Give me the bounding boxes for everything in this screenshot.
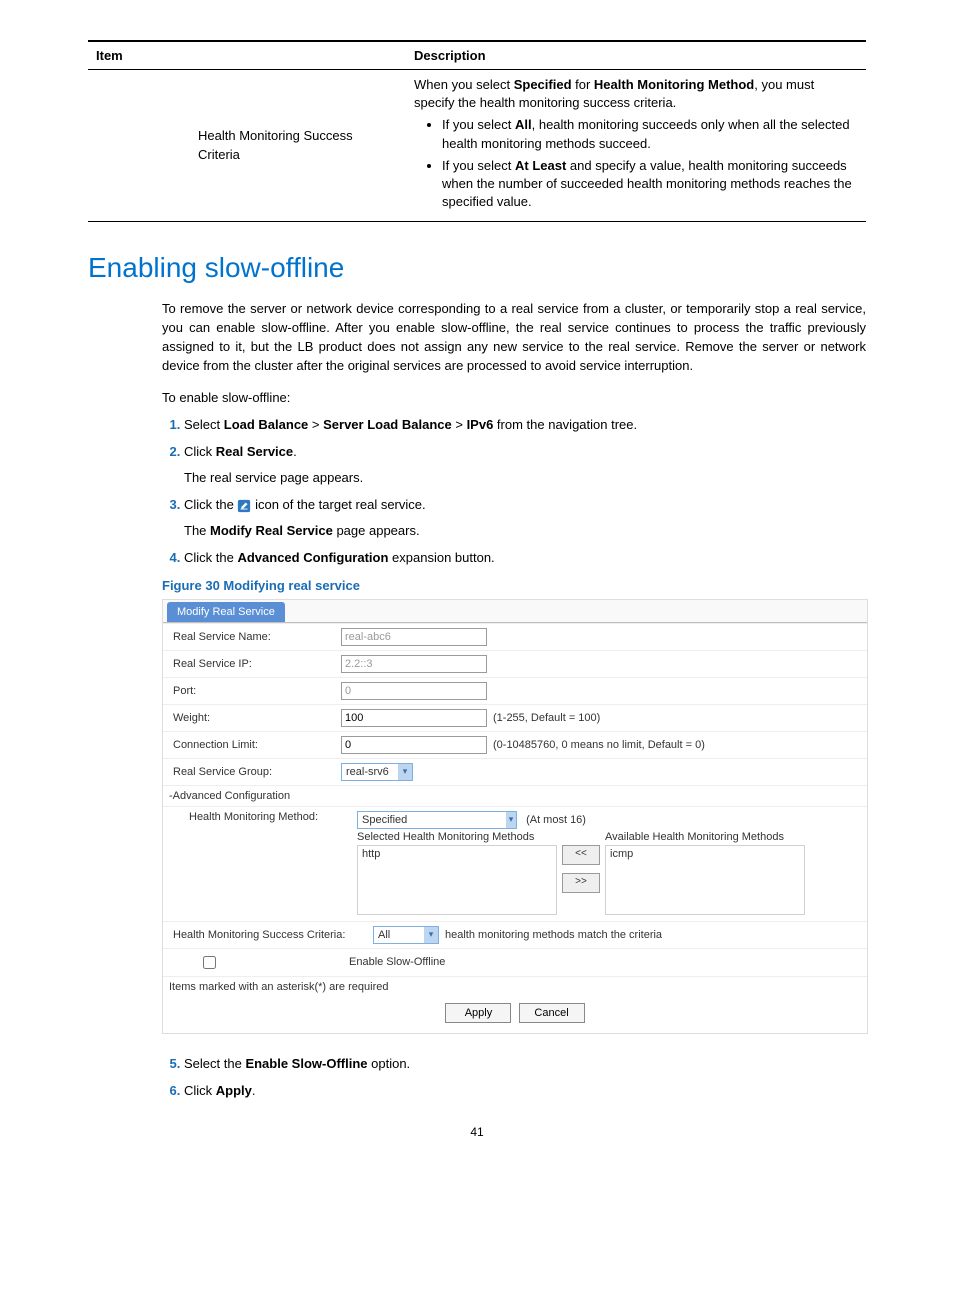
- label-real-service-ip: Real Service IP:: [169, 658, 341, 670]
- row-item-label: Health Monitoring Success Criteria: [88, 70, 406, 222]
- hint-weight: (1-255, Default = 100): [493, 712, 600, 724]
- step-4: Click the Advanced Configuration expansi…: [184, 548, 866, 568]
- move-left-button[interactable]: <<: [562, 845, 600, 865]
- col-header-description: Description: [406, 41, 866, 70]
- step-2: Click Real Service. The real service pag…: [184, 442, 866, 487]
- label-weight: Weight:: [169, 712, 341, 724]
- available-methods-title: Available Health Monitoring Methods: [605, 831, 805, 843]
- label-connection-limit: Connection Limit:: [169, 739, 341, 751]
- row-item-description: When you select Specified for Health Mon…: [406, 70, 866, 222]
- step-3: Click the icon of the target real servic…: [184, 495, 866, 540]
- label-real-service-name: Real Service Name:: [169, 631, 341, 643]
- select-health-monitoring-method[interactable]: Specified▾: [357, 811, 517, 829]
- input-real-service-ip[interactable]: [341, 655, 487, 673]
- cancel-button[interactable]: Cancel: [519, 1003, 585, 1023]
- edit-icon: [237, 499, 251, 513]
- hint-connection-limit: (0-10485760, 0 means no limit, Default =…: [493, 739, 705, 751]
- procedure-intro: To enable slow-offline:: [162, 390, 866, 405]
- apply-button[interactable]: Apply: [445, 1003, 511, 1023]
- list-item[interactable]: icmp: [610, 848, 800, 860]
- input-connection-limit[interactable]: [341, 736, 487, 754]
- step-6: Click Apply.: [184, 1081, 866, 1101]
- input-weight[interactable]: [341, 709, 487, 727]
- available-methods-list[interactable]: icmp: [605, 845, 805, 915]
- select-real-service-group[interactable]: real-srv6▾: [341, 763, 413, 781]
- chevron-down-icon: ▾: [424, 926, 439, 944]
- bullet-all: If you select All, health monitoring suc…: [442, 116, 858, 152]
- intro-paragraph: To remove the server or network device c…: [162, 300, 866, 375]
- modify-real-service-form: Modify Real Service Real Service Name: R…: [162, 599, 868, 1034]
- description-table: Item Description Health Monitoring Succe…: [88, 40, 866, 222]
- step-1: Select Load Balance > Server Load Balanc…: [184, 415, 866, 435]
- hint-success-criteria: health monitoring methods match the crit…: [445, 929, 662, 941]
- col-header-item: Item: [88, 41, 406, 70]
- select-success-criteria[interactable]: All▾: [373, 926, 439, 944]
- label-real-service-group: Real Service Group:: [169, 766, 341, 778]
- hint-hmm: (At most 16): [526, 814, 586, 826]
- input-port[interactable]: [341, 682, 487, 700]
- input-real-service-name[interactable]: [341, 628, 487, 646]
- tab-modify-real-service[interactable]: Modify Real Service: [167, 602, 285, 622]
- checkbox-enable-slow-offline[interactable]: [203, 956, 216, 969]
- selected-methods-title: Selected Health Monitoring Methods: [357, 831, 557, 843]
- section-heading: Enabling slow-offline: [88, 252, 866, 284]
- label-enable-slow-offline: Enable Slow-Offline: [219, 956, 445, 968]
- advanced-configuration-toggle[interactable]: -Advanced Configuration: [163, 785, 867, 806]
- chevron-down-icon: ▾: [506, 811, 517, 829]
- chevron-down-icon: ▾: [398, 763, 413, 781]
- figure-caption: Figure 30 Modifying real service: [162, 578, 866, 593]
- list-item[interactable]: http: [362, 848, 552, 860]
- label-port: Port:: [169, 685, 341, 697]
- selected-methods-list[interactable]: http: [357, 845, 557, 915]
- move-right-button[interactable]: >>: [562, 873, 600, 893]
- page-number: 41: [88, 1125, 866, 1139]
- label-success-criteria: Health Monitoring Success Criteria:: [169, 929, 373, 941]
- label-health-monitoring-method: Health Monitoring Method:: [169, 811, 357, 823]
- required-fields-note: Items marked with an asterisk(*) are req…: [163, 976, 867, 997]
- bullet-at-least: If you select At Least and specify a val…: [442, 157, 858, 212]
- step-5: Select the Enable Slow-Offline option.: [184, 1054, 866, 1074]
